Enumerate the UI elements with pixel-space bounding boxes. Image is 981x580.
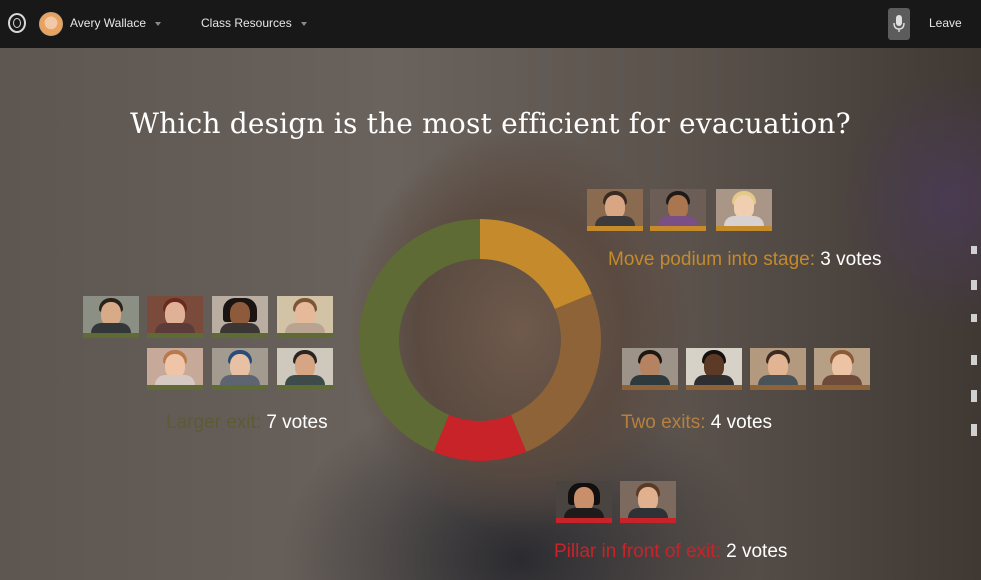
option-count: 4 votes xyxy=(710,412,773,433)
side-icon[interactable] xyxy=(971,355,977,365)
side-icon[interactable] xyxy=(971,390,977,402)
participant-thumbnail[interactable] xyxy=(277,348,333,390)
participant-thumbnail[interactable] xyxy=(587,189,643,231)
participant-thumbnail[interactable] xyxy=(212,348,268,390)
participant-thumbnail[interactable] xyxy=(622,348,678,390)
side-icon[interactable] xyxy=(971,314,977,322)
option-count: 2 votes xyxy=(726,541,788,562)
option-label: Pillar in front of exit: xyxy=(554,541,721,562)
option-label: Two exits: xyxy=(621,412,706,433)
user-name: Avery Wallace xyxy=(70,16,147,30)
option-label: Move podium into stage: xyxy=(608,249,816,270)
logo-icon[interactable] xyxy=(8,13,26,33)
participant-thumbnail[interactable] xyxy=(650,189,706,231)
side-icon[interactable] xyxy=(971,280,977,290)
participant-thumbnail[interactable] xyxy=(147,296,203,338)
microphone-icon xyxy=(893,15,905,32)
donut-slice-larger-exit xyxy=(359,219,480,452)
option-label: Larger exit: xyxy=(166,412,262,433)
leave-button[interactable]: Leave xyxy=(929,16,962,30)
participant-thumbnail[interactable] xyxy=(814,348,870,390)
option-two-exits: Two exits: 4 votes xyxy=(621,412,772,434)
participant-thumbnail[interactable] xyxy=(83,296,139,338)
option-larger-exit: Larger exit: 7 votes xyxy=(166,412,328,434)
side-icon[interactable] xyxy=(971,246,977,254)
participant-thumbnail[interactable] xyxy=(556,481,612,523)
participant-thumbnail[interactable] xyxy=(147,348,203,390)
donut-slice-move-podium-into-stage xyxy=(480,219,592,310)
avatar[interactable] xyxy=(39,12,63,36)
participant-thumbnail[interactable] xyxy=(750,348,806,390)
participant-thumbnail[interactable] xyxy=(277,296,333,338)
chevron-down-icon xyxy=(155,21,162,26)
donut-slice-pillar-in-front-of-exit xyxy=(433,414,527,461)
microphone-button[interactable] xyxy=(888,8,910,40)
option-count: 7 votes xyxy=(266,412,328,433)
top-bar: Avery Wallace Class Resources Leave xyxy=(0,0,981,48)
user-menu[interactable]: Avery Wallace xyxy=(70,16,162,30)
side-icon[interactable] xyxy=(971,424,977,436)
option-move-podium: Move podium into stage: 3 votes xyxy=(608,249,882,271)
option-pillar: Pillar in front of exit: 2 votes xyxy=(554,541,787,563)
chevron-down-icon xyxy=(300,21,307,26)
participant-thumbnail[interactable] xyxy=(686,348,742,390)
donut-slice-two-exits xyxy=(510,293,601,452)
participant-thumbnail[interactable] xyxy=(716,189,772,231)
poll-question: Which design is the most efficient for e… xyxy=(130,107,851,140)
video-background: Avery Wallace Class Resources Leave Whic… xyxy=(0,0,981,580)
poll-donut-chart xyxy=(359,219,601,461)
class-resources-menu[interactable]: Class Resources xyxy=(201,16,307,30)
class-resources-label: Class Resources xyxy=(201,16,292,30)
participant-thumbnail[interactable] xyxy=(212,296,268,338)
participant-thumbnail[interactable] xyxy=(620,481,676,523)
option-count: 3 votes xyxy=(820,249,882,270)
